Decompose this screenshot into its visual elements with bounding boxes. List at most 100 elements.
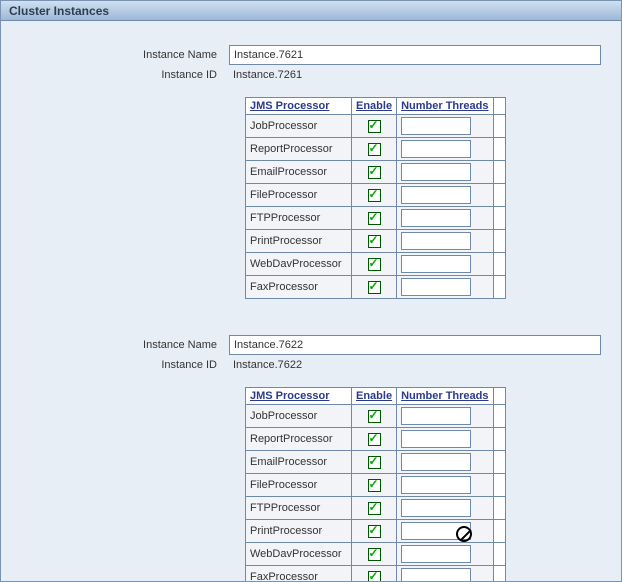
enable-checkbox[interactable] — [368, 479, 381, 492]
instance-id-label: Instance ID — [9, 359, 229, 371]
processor-name-cell: WebDavProcessor — [246, 543, 352, 566]
enable-checkbox[interactable] — [368, 502, 381, 515]
enable-checkbox[interactable] — [368, 212, 381, 225]
table-row: FTPProcessor — [246, 497, 506, 520]
row-pad — [493, 405, 505, 428]
row-pad — [493, 497, 505, 520]
instance-id-label: Instance ID — [9, 69, 229, 81]
table-row: WebDavProcessor — [246, 543, 506, 566]
threads-input[interactable] — [401, 522, 471, 540]
threads-input[interactable] — [401, 407, 471, 425]
threads-input[interactable] — [401, 186, 471, 204]
col-header-processor[interactable]: JMS Processor — [246, 98, 352, 115]
col-header-threads[interactable]: Number Threads — [397, 98, 493, 115]
row-pad — [493, 520, 505, 543]
row-pad — [493, 230, 505, 253]
enable-checkbox[interactable] — [368, 189, 381, 202]
table-row: EmailProcessor — [246, 451, 506, 474]
col-header-pad — [493, 388, 505, 405]
cluster-instances-panel: Cluster Instances Instance NameInstance … — [0, 0, 622, 582]
table-row: FileProcessor — [246, 474, 506, 497]
row-pad — [493, 543, 505, 566]
row-pad — [493, 428, 505, 451]
table-row: ReportProcessor — [246, 138, 506, 161]
table-row: JobProcessor — [246, 405, 506, 428]
instance-name-label: Instance Name — [9, 339, 229, 351]
threads-input[interactable] — [401, 163, 471, 181]
processor-name-cell: FaxProcessor — [246, 566, 352, 582]
threads-input[interactable] — [401, 209, 471, 227]
processor-table: JMS ProcessorEnableNumber Threads JobProc… — [245, 97, 506, 299]
table-row: PrintProcessor — [246, 520, 506, 543]
threads-input[interactable] — [401, 545, 471, 563]
enable-checkbox[interactable] — [368, 571, 381, 582]
threads-input[interactable] — [401, 255, 471, 273]
processor-name-cell: ReportProcessor — [246, 138, 352, 161]
table-row: WebDavProcessor — [246, 253, 506, 276]
table-row: FaxProcessor — [246, 566, 506, 582]
processor-name-cell: ReportProcessor — [246, 428, 352, 451]
col-header-threads[interactable]: Number Threads — [397, 388, 493, 405]
row-pad — [493, 253, 505, 276]
enable-checkbox[interactable] — [368, 525, 381, 538]
table-row: FaxProcessor — [246, 276, 506, 299]
col-header-enable[interactable]: Enable — [352, 98, 397, 115]
row-pad — [493, 207, 505, 230]
processor-name-cell: EmailProcessor — [246, 451, 352, 474]
row-pad — [493, 474, 505, 497]
threads-input[interactable] — [401, 430, 471, 448]
enable-checkbox[interactable] — [368, 143, 381, 156]
row-pad — [493, 138, 505, 161]
threads-input[interactable] — [401, 232, 471, 250]
row-pad — [493, 161, 505, 184]
row-pad — [493, 184, 505, 207]
table-row: PrintProcessor — [246, 230, 506, 253]
table-row: FTPProcessor — [246, 207, 506, 230]
enable-checkbox[interactable] — [368, 281, 381, 294]
threads-input[interactable] — [401, 117, 471, 135]
threads-input[interactable] — [401, 278, 471, 296]
row-pad — [493, 566, 505, 582]
col-header-pad — [493, 98, 505, 115]
panel-body: Instance NameInstance IDInstance.7261JMS… — [1, 21, 621, 582]
enable-checkbox[interactable] — [368, 433, 381, 446]
processor-name-cell: FaxProcessor — [246, 276, 352, 299]
processor-name-cell: FileProcessor — [246, 474, 352, 497]
processor-name-cell: EmailProcessor — [246, 161, 352, 184]
row-pad — [493, 451, 505, 474]
threads-input[interactable] — [401, 568, 471, 582]
threads-input[interactable] — [401, 499, 471, 517]
processor-table: JMS ProcessorEnableNumber Threads JobProc… — [245, 387, 506, 582]
processor-name-cell: WebDavProcessor — [246, 253, 352, 276]
instance-name-label: Instance Name — [9, 49, 229, 61]
enable-checkbox[interactable] — [368, 235, 381, 248]
instance-name-input[interactable] — [229, 45, 601, 65]
processor-name-cell: FTPProcessor — [246, 497, 352, 520]
instance-id-value: Instance.7622 — [229, 357, 306, 373]
processor-name-cell: PrintProcessor — [246, 520, 352, 543]
enable-checkbox[interactable] — [368, 456, 381, 469]
row-pad — [493, 276, 505, 299]
threads-input[interactable] — [401, 476, 471, 494]
instance-name-input[interactable] — [229, 335, 601, 355]
table-row: ReportProcessor — [246, 428, 506, 451]
enable-checkbox[interactable] — [368, 410, 381, 423]
threads-input[interactable] — [401, 140, 471, 158]
instance-block: Instance Name Instance IDInstance.7261 JMS… — [9, 45, 613, 299]
table-row: JobProcessor — [246, 115, 506, 138]
processor-name-cell: FTPProcessor — [246, 207, 352, 230]
enable-checkbox[interactable] — [368, 120, 381, 133]
col-header-processor[interactable]: JMS Processor — [246, 388, 352, 405]
processor-name-cell: JobProcessor — [246, 115, 352, 138]
col-header-enable[interactable]: Enable — [352, 388, 397, 405]
processor-name-cell: JobProcessor — [246, 405, 352, 428]
enable-checkbox[interactable] — [368, 166, 381, 179]
enable-checkbox[interactable] — [368, 548, 381, 561]
panel-title: Cluster Instances — [1, 1, 621, 21]
row-pad — [493, 115, 505, 138]
instance-id-value: Instance.7261 — [229, 67, 306, 83]
instance-block: Instance Name Instance IDInstance.7622 JMS… — [9, 335, 613, 582]
table-row: FileProcessor — [246, 184, 506, 207]
threads-input[interactable] — [401, 453, 471, 471]
enable-checkbox[interactable] — [368, 258, 381, 271]
